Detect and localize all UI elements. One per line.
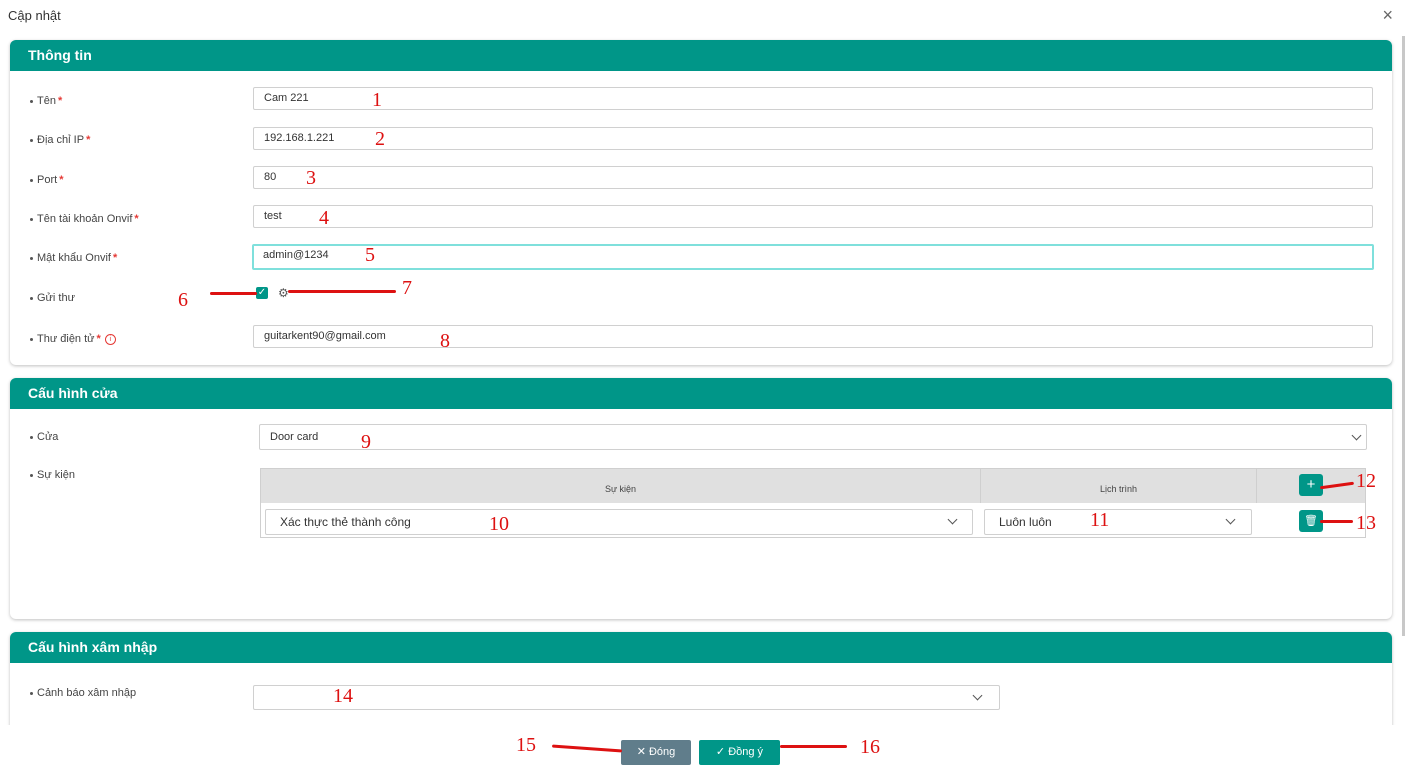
annotation-12: 12: [1356, 470, 1376, 492]
gear-icon[interactable]: ⚙: [278, 287, 289, 299]
annotation-line-13: [1320, 520, 1353, 523]
onvif-pass-label: Mật khẩu Onvif *: [30, 252, 117, 264]
name-input[interactable]: Cam 221: [253, 87, 1373, 110]
event-column-header: Sự kiện: [261, 469, 981, 503]
intrusion-alert-label: Cảnh báo xâm nhập: [30, 687, 136, 699]
info-icon[interactable]: i: [104, 333, 116, 345]
ip-label: Địa chỉ IP *: [30, 134, 90, 146]
send-mail-label: Gửi thư: [30, 292, 75, 304]
annotation-6: 6: [178, 289, 188, 311]
add-event-button[interactable]: +: [1299, 474, 1323, 496]
event-select[interactable]: Xác thực thẻ thành công: [265, 509, 973, 535]
door-section-title: Cấu hình cửa: [10, 378, 1392, 409]
annotation-11: 11: [1090, 509, 1110, 531]
email-input[interactable]: guitarkent90@gmail.com: [253, 325, 1373, 348]
port-label: Port *: [30, 174, 63, 186]
annotation-10: 10: [489, 513, 509, 535]
annotation-16: 16: [860, 736, 880, 758]
ok-button[interactable]: ✓ Đồng ý: [699, 740, 780, 765]
annotation-7: 7: [402, 277, 412, 299]
send-mail-checkbox[interactable]: ✓: [256, 287, 268, 299]
onvif-pass-input[interactable]: admin@1234: [252, 244, 1374, 270]
info-section-title: Thông tin: [10, 40, 1392, 71]
annotation-line-6: [210, 292, 257, 295]
onvif-user-input[interactable]: test: [253, 205, 1373, 228]
annotation-line-16: [780, 745, 847, 748]
door-label: Cửa: [30, 431, 58, 443]
annotation-line-7: [288, 290, 396, 293]
annotation-4: 4: [319, 207, 329, 229]
close-button[interactable]: ✕ Đóng: [621, 740, 691, 765]
annotation-5: 5: [365, 244, 375, 266]
events-label: Sự kiện: [30, 469, 75, 481]
events-table-header: Sự kiện Lịch trình: [261, 469, 1365, 503]
intrusion-section-title: Cấu hình xâm nhập: [10, 632, 1392, 663]
annotation-1: 1: [372, 89, 382, 111]
email-label: Thư điện tử * i: [30, 333, 116, 345]
annotation-2: 2: [375, 128, 385, 150]
close-button-icon: ✕: [636, 746, 646, 758]
annotation-14: 14: [333, 685, 353, 707]
events-table: Sự kiện Lịch trình Xác thực thẻ thành cô…: [260, 468, 1366, 538]
intrusion-alert-select[interactable]: [253, 685, 1000, 710]
annotation-3: 3: [306, 167, 316, 189]
annotation-8: 8: [440, 330, 450, 352]
annotation-13: 13: [1356, 512, 1376, 534]
name-label: Tên *: [30, 95, 62, 107]
dialog-title: Cập nhật: [8, 8, 61, 23]
door-select[interactable]: Door card: [259, 424, 1367, 450]
port-input[interactable]: 80: [253, 166, 1373, 189]
close-icon[interactable]: ×: [1382, 5, 1393, 25]
annotation-9: 9: [361, 431, 371, 453]
onvif-user-label: Tên tài khoản Onvif *: [30, 213, 139, 225]
schedule-select[interactable]: Luôn luôn: [984, 509, 1252, 535]
annotation-15: 15: [516, 734, 536, 756]
ip-input[interactable]: 192.168.1.221: [253, 127, 1373, 150]
schedule-column-header: Lịch trình: [981, 469, 1257, 503]
check-icon: ✓: [715, 746, 726, 758]
